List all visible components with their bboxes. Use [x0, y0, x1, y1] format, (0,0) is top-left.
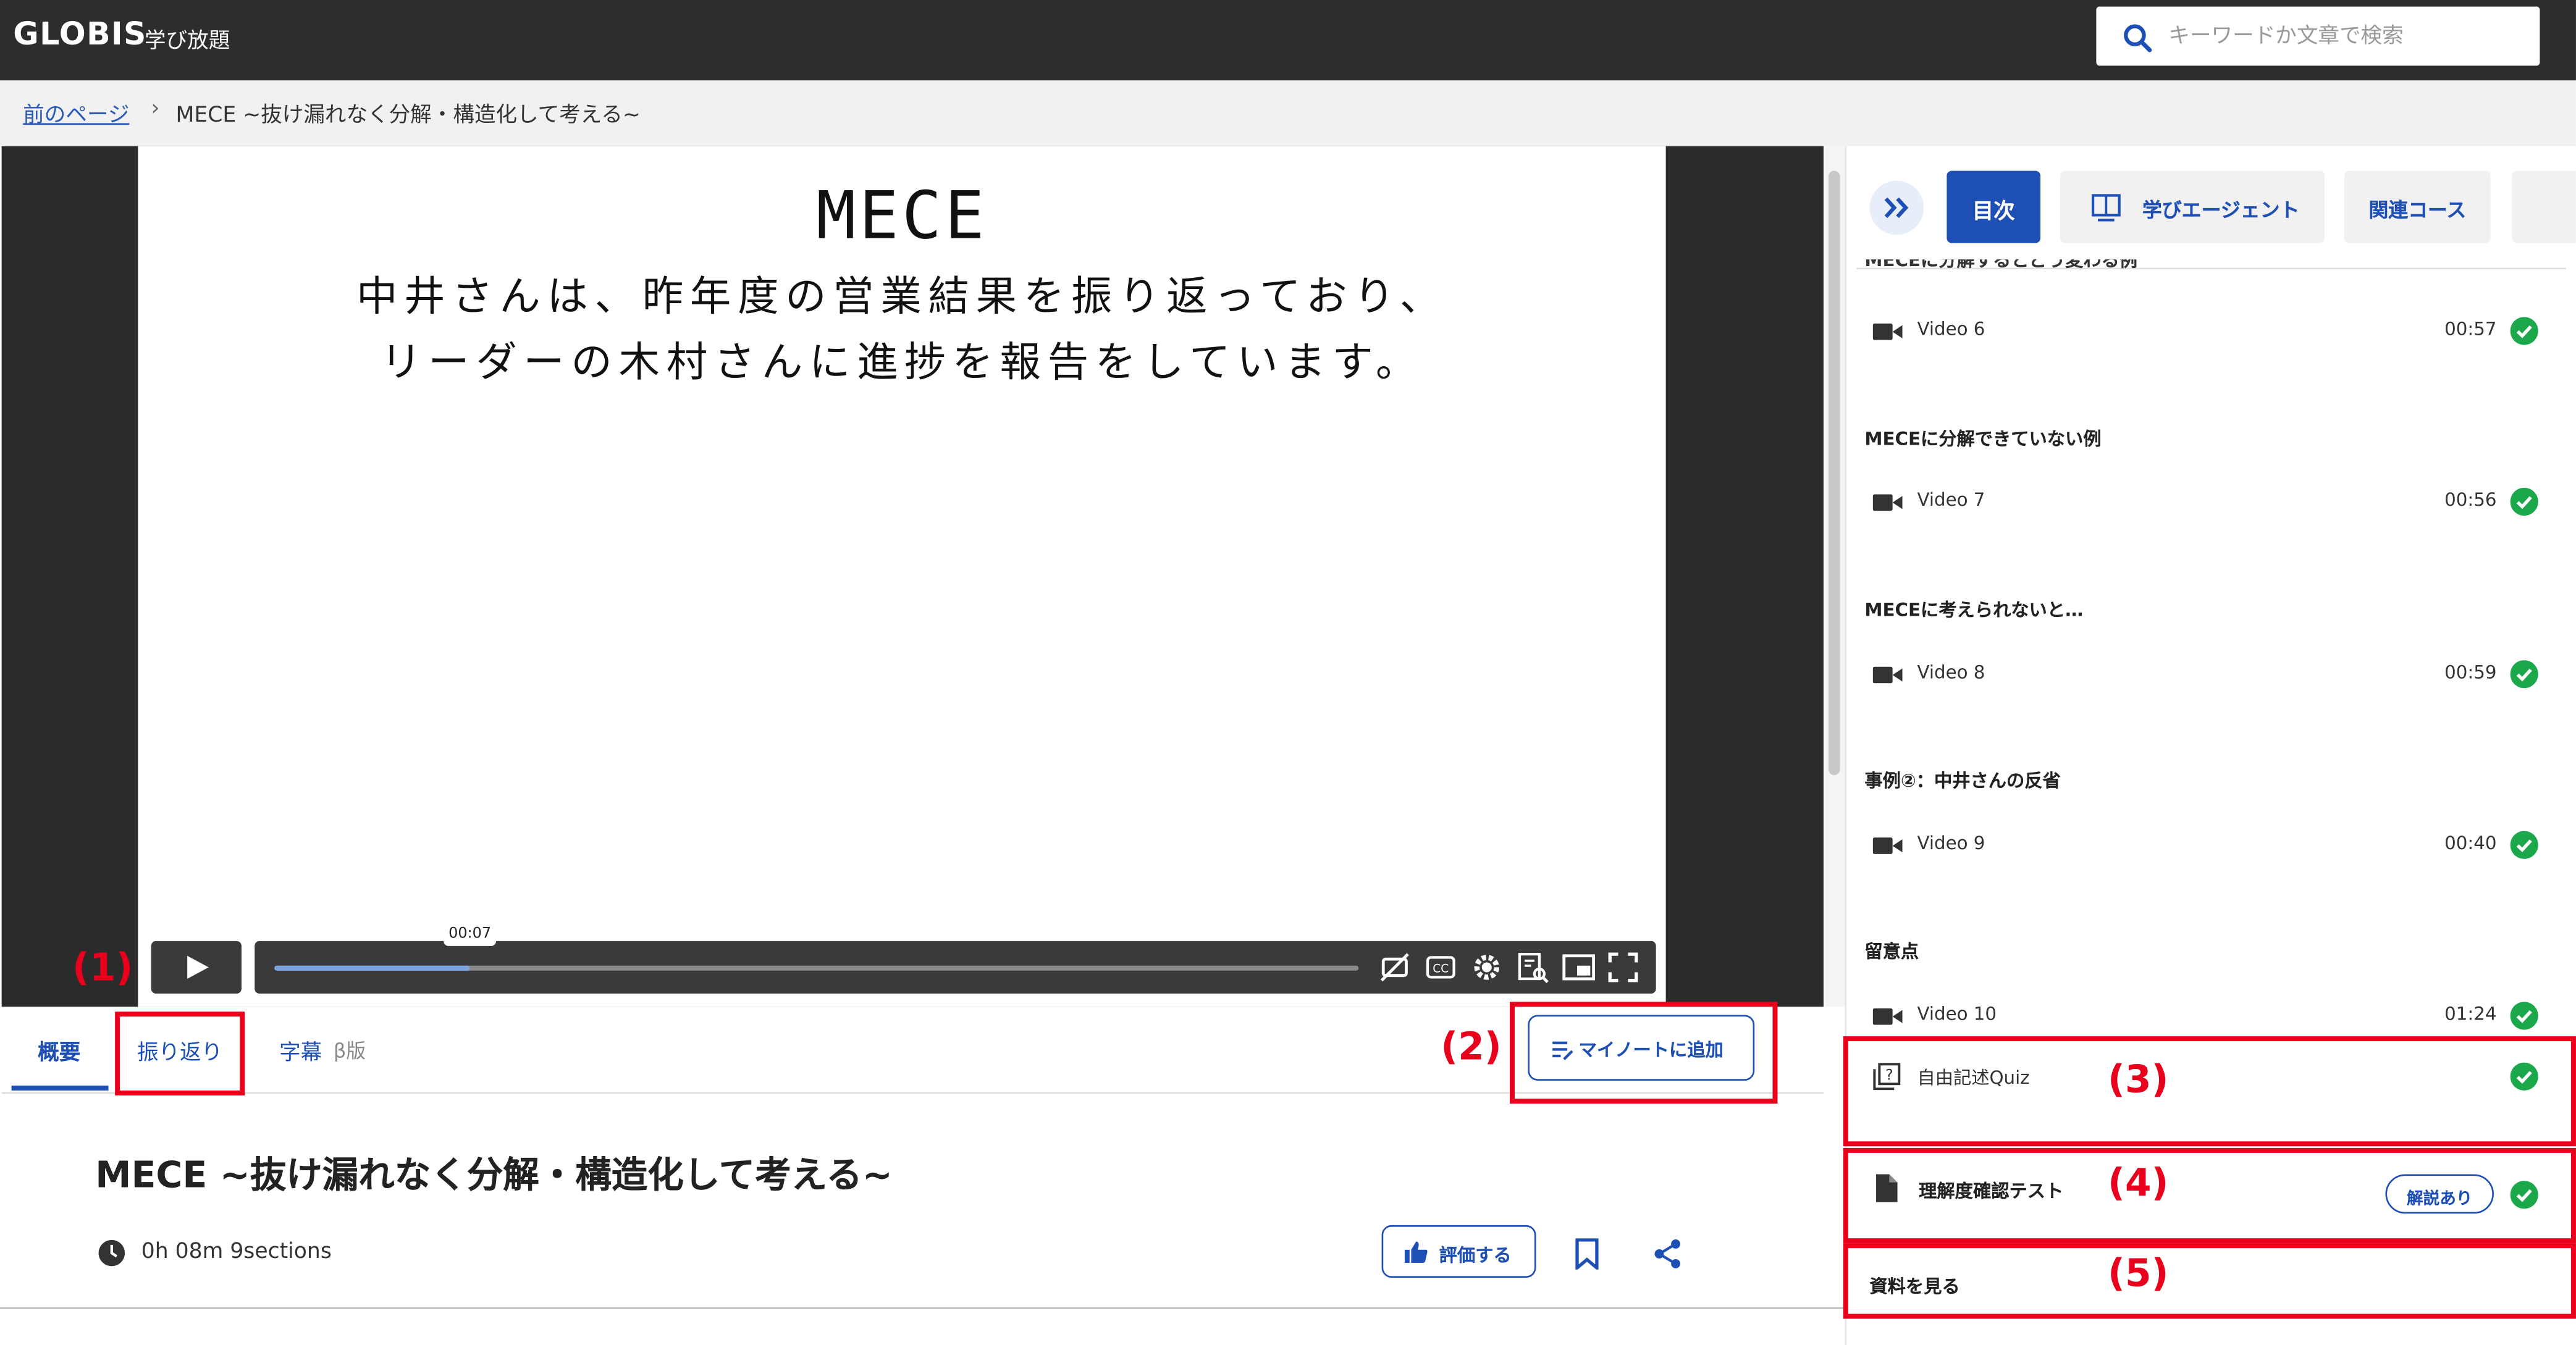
video-slide: MECE 中井さんは、昨年度の営業結果を振り返っており、 リーダーの木村さんに進… — [138, 146, 1666, 1007]
video-duration: 00:40 — [2444, 832, 2497, 854]
video-label: Video 9 — [1917, 832, 1985, 854]
progress-slider[interactable] — [274, 965, 1359, 971]
annotation-box-5 — [1843, 1243, 2576, 1319]
toc-video-item[interactable]: Video 7 00:56 — [1872, 486, 2546, 519]
time-tooltip: 00:07 — [444, 923, 497, 946]
share-icon[interactable] — [1652, 1238, 1682, 1270]
section-title-partial: MECEに分解するとどう変わる例 — [1864, 259, 2138, 271]
video-duration: 00:56 — [2444, 489, 2497, 511]
app-header: GLOBIS 学び放題 — [0, 0, 2576, 81]
tab-related-courses-label: 関連コース — [2368, 198, 2467, 222]
globis-logo[interactable]: GLOBIS — [13, 17, 147, 53]
thumbs-up-icon — [1404, 1241, 1428, 1263]
video-duration: 01:24 — [2444, 1003, 2497, 1025]
play-button[interactable] — [151, 941, 242, 994]
completed-check-icon — [2510, 487, 2538, 516]
annotation-box-3 — [1843, 1036, 2576, 1147]
scrollbar-thumb[interactable] — [1828, 170, 1840, 776]
breadcrumb-separator: › — [151, 96, 160, 122]
annotation-box-4 — [1843, 1147, 2576, 1244]
tab-learning-agent-label: 学びエージェント — [2142, 198, 2300, 222]
slide-heading: MECE — [816, 178, 988, 255]
annotation-box-1 — [115, 1012, 245, 1096]
breadcrumb-current: MECE ~抜け漏れなく分解・構造化して考える~ — [175, 103, 641, 128]
annotation-number-4: (4) — [2108, 1162, 2169, 1205]
video-camera-icon — [1872, 666, 1903, 684]
annotation-box-2 — [1509, 1002, 1778, 1104]
tab-related-courses[interactable]: 関連コース — [2344, 170, 2491, 243]
breadcrumb: 前のページ › MECE ~抜け漏れなく分解・構造化して考える~ — [0, 80, 2576, 146]
settings-gear-icon[interactable] — [1469, 949, 1505, 986]
rate-button[interactable]: 評価する — [1381, 1225, 1536, 1278]
toc-video-item[interactable]: Video 9 00:40 — [1872, 829, 2546, 862]
course-duration: 0h 08m — [141, 1239, 224, 1265]
rate-label: 評価する — [1439, 1244, 1512, 1267]
completed-check-icon — [2510, 317, 2538, 345]
slide-text-line-1: 中井さんは、昨年度の営業結果を振り返っており、 — [356, 272, 1447, 321]
search-input[interactable] — [2168, 6, 2530, 66]
play-icon — [187, 955, 209, 979]
video-camera-icon — [1872, 494, 1903, 511]
page-bottom-border — [0, 1307, 1843, 1309]
tab-subtitles[interactable]: 字幕 — [279, 1034, 322, 1066]
breadcrumb-back-link[interactable]: 前のページ — [23, 97, 129, 128]
course-title: MECE ~抜け漏れなく分解・構造化して考える~ — [95, 1156, 893, 1197]
toc-video-item[interactable]: Video 10 01:24 — [1872, 1000, 2546, 1033]
agent-book-icon — [2091, 194, 2121, 222]
tab-table-of-contents-label: 目次 — [1972, 200, 2015, 225]
tab-overview[interactable]: 概要 — [12, 1034, 107, 1066]
collapse-sidebar-button[interactable] — [1869, 180, 1924, 235]
toc-section-title: 事例②：中井さんの反省 — [1864, 770, 2061, 792]
video-camera-icon — [1872, 1008, 1903, 1025]
annotation-number-2: (2) — [1441, 1026, 1502, 1070]
annotation-number-1: (1) — [72, 947, 133, 991]
clock-icon — [98, 1239, 125, 1267]
tab-table-of-contents[interactable]: 目次 — [1947, 170, 2040, 243]
video-camera-icon — [1872, 837, 1903, 854]
subtitles-off-icon[interactable] — [1377, 949, 1413, 986]
tab-learning-agent[interactable]: 学びエージェント — [2060, 170, 2325, 243]
video-duration: 00:57 — [2444, 318, 2497, 340]
tab-more[interactable] — [2512, 170, 2576, 243]
search-box[interactable] — [2096, 6, 2540, 66]
slide-text-line-2: リーダーの木村さんに進捗を報告をしています。 — [380, 338, 1424, 386]
double-chevron-right-icon — [1884, 197, 1909, 219]
closed-caption-icon[interactable]: CC — [1423, 949, 1459, 986]
video-label: Video 6 — [1917, 318, 1985, 340]
picture-in-picture-icon[interactable] — [1560, 949, 1597, 986]
toc-section-title: MECEに考えられないと… — [1864, 599, 2084, 621]
completed-check-icon — [2510, 1002, 2538, 1030]
video-duration: 00:59 — [2444, 661, 2497, 684]
transcript-search-icon[interactable] — [1515, 949, 1551, 986]
toc-video-item[interactable]: Video 8 00:59 — [1872, 658, 2546, 691]
completed-check-icon — [2510, 660, 2538, 689]
toc-section-title: 留意点 — [1864, 941, 1919, 963]
course-sections-count: 9sections — [230, 1239, 332, 1265]
search-icon[interactable] — [2123, 23, 2152, 52]
fullscreen-icon[interactable] — [1605, 949, 1641, 986]
bookmark-icon[interactable] — [1574, 1238, 1601, 1270]
video-label: Video 7 — [1917, 489, 1985, 511]
logo-subtitle: 学び放題 — [145, 29, 230, 54]
completed-check-icon — [2510, 831, 2538, 859]
video-label: Video 8 — [1917, 661, 1985, 684]
progress-fill — [274, 965, 470, 971]
video-camera-icon — [1872, 323, 1903, 340]
toc-video-item[interactable]: Video 6 00:57 — [1872, 316, 2546, 348]
svg-text:CC: CC — [1433, 962, 1449, 975]
active-tab-indicator — [11, 1085, 109, 1091]
annotation-number-5: (5) — [2108, 1253, 2169, 1296]
toc-section-title: MECEに分解できていない例 — [1864, 429, 2102, 450]
annotation-number-3: (3) — [2108, 1059, 2169, 1102]
video-label: Video 10 — [1917, 1003, 1997, 1025]
beta-label: β版 — [333, 1039, 366, 1063]
